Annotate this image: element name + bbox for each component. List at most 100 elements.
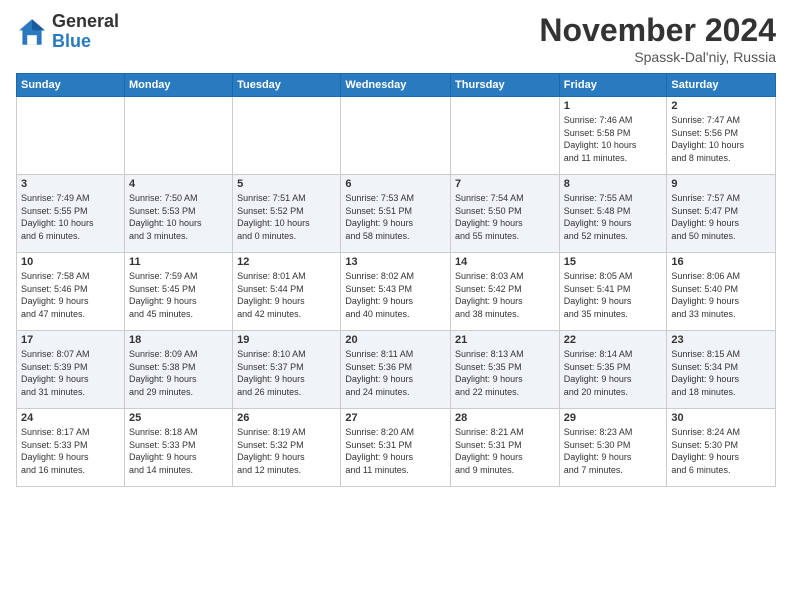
day-cell-w1-d1: 4 Sunrise: 7:50 AM Sunset: 5:53 PM Daylig… [124,175,232,253]
day-cell-w1-d6: 9 Sunrise: 7:57 AM Sunset: 5:47 PM Daylig… [667,175,776,253]
day-cell-w3-d3: 20 Sunrise: 8:11 AM Sunset: 5:36 PM Dayli… [341,331,451,409]
day-cell-w0-d2 [233,97,341,175]
day-cell-w0-d0 [17,97,125,175]
day-info: Sunrise: 8:02 AM Sunset: 5:43 PM Dayligh… [345,270,446,320]
day-info: Sunrise: 8:14 AM Sunset: 5:35 PM Dayligh… [564,348,663,398]
day-cell-w4-d6: 30Sunrise: 8:24 AM Sunset: 5:30 PM Dayli… [667,409,776,487]
day-cell-w2-d5: 15Sunrise: 8:05 AM Sunset: 5:41 PM Dayli… [559,253,667,331]
day-number: 6 [345,178,446,190]
day-number: 5 [237,178,336,190]
day-number: 25 [129,412,228,424]
header: General Blue November 2024 Spassk-Dal'ni… [16,12,776,65]
day-number: 3 [21,178,120,190]
day-info: Sunrise: 8:18 AM Sunset: 5:33 PM Dayligh… [129,426,228,476]
day-info: Sunrise: 8:03 AM Sunset: 5:42 PM Dayligh… [455,270,555,320]
day-info: Sunrise: 7:47 AM Sunset: 5:56 PM Dayligh… [671,114,771,164]
day-info: Sunrise: 8:15 AM Sunset: 5:34 PM Dayligh… [671,348,771,398]
day-number: 26 [237,412,336,424]
day-number: 4 [129,178,228,190]
week-row-1: 3 Sunrise: 7:49 AM Sunset: 5:55 PM Daylig… [17,175,776,253]
week-row-3: 17 Sunrise: 8:07 AM Sunset: 5:39 PM Dayli… [17,331,776,409]
day-info: Sunrise: 8:11 AM Sunset: 5:36 PM Dayligh… [345,348,446,398]
day-cell-w2-d6: 16Sunrise: 8:06 AM Sunset: 5:40 PM Dayli… [667,253,776,331]
col-friday: Friday [559,74,667,97]
day-cell-w1-d2: 5 Sunrise: 7:51 AM Sunset: 5:52 PM Daylig… [233,175,341,253]
calendar-body: 1Sunrise: 7:46 AM Sunset: 5:58 PM Daylig… [17,97,776,487]
title-block: November 2024 Spassk-Dal'niy, Russia [539,12,776,65]
day-info: Sunrise: 7:55 AM Sunset: 5:48 PM Dayligh… [564,192,663,242]
page: General Blue November 2024 Spassk-Dal'ni… [0,0,792,612]
day-info: Sunrise: 7:54 AM Sunset: 5:50 PM Dayligh… [455,192,555,242]
day-number: 12 [237,256,336,268]
day-cell-w3-d1: 18Sunrise: 8:09 AM Sunset: 5:38 PM Dayli… [124,331,232,409]
day-cell-w4-d5: 29 Sunrise: 8:23 AM Sunset: 5:30 PM Dayli… [559,409,667,487]
day-cell-w0-d5: 1Sunrise: 7:46 AM Sunset: 5:58 PM Daylig… [559,97,667,175]
day-info: Sunrise: 8:17 AM Sunset: 5:33 PM Dayligh… [21,426,120,476]
day-number: 11 [129,256,228,268]
col-thursday: Thursday [451,74,560,97]
day-number: 20 [345,334,446,346]
day-info: Sunrise: 7:49 AM Sunset: 5:55 PM Dayligh… [21,192,120,242]
day-number: 8 [564,178,663,190]
day-cell-w2-d3: 13Sunrise: 8:02 AM Sunset: 5:43 PM Dayli… [341,253,451,331]
day-cell-w2-d4: 14Sunrise: 8:03 AM Sunset: 5:42 PM Dayli… [451,253,560,331]
day-cell-w3-d2: 19 Sunrise: 8:10 AM Sunset: 5:37 PM Dayli… [233,331,341,409]
day-info: Sunrise: 8:09 AM Sunset: 5:38 PM Dayligh… [129,348,228,398]
day-number: 30 [671,412,771,424]
col-sunday: Sunday [17,74,125,97]
day-number: 19 [237,334,336,346]
logo-icon [16,16,48,48]
day-cell-w2-d2: 12 Sunrise: 8:01 AM Sunset: 5:44 PM Dayli… [233,253,341,331]
day-info: Sunrise: 8:07 AM Sunset: 5:39 PM Dayligh… [21,348,120,398]
day-info: Sunrise: 7:50 AM Sunset: 5:53 PM Dayligh… [129,192,228,242]
day-info: Sunrise: 8:21 AM Sunset: 5:31 PM Dayligh… [455,426,555,476]
day-info: Sunrise: 7:57 AM Sunset: 5:47 PM Dayligh… [671,192,771,242]
day-number: 2 [671,100,771,112]
day-cell-w0-d4 [451,97,560,175]
day-cell-w2-d0: 10Sunrise: 7:58 AM Sunset: 5:46 PM Dayli… [17,253,125,331]
col-saturday: Saturday [667,74,776,97]
day-cell-w0-d6: 2 Sunrise: 7:47 AM Sunset: 5:56 PM Daylig… [667,97,776,175]
day-number: 9 [671,178,771,190]
day-number: 22 [564,334,663,346]
day-number: 7 [455,178,555,190]
day-cell-w1-d0: 3 Sunrise: 7:49 AM Sunset: 5:55 PM Daylig… [17,175,125,253]
day-cell-w4-d2: 26Sunrise: 8:19 AM Sunset: 5:32 PM Dayli… [233,409,341,487]
col-wednesday: Wednesday [341,74,451,97]
day-info: Sunrise: 7:51 AM Sunset: 5:52 PM Dayligh… [237,192,336,242]
day-number: 17 [21,334,120,346]
day-info: Sunrise: 7:58 AM Sunset: 5:46 PM Dayligh… [21,270,120,320]
day-number: 15 [564,256,663,268]
day-info: Sunrise: 8:23 AM Sunset: 5:30 PM Dayligh… [564,426,663,476]
day-cell-w0-d1 [124,97,232,175]
title-month: November 2024 [539,12,776,49]
day-cell-w1-d4: 7 Sunrise: 7:54 AM Sunset: 5:50 PM Daylig… [451,175,560,253]
day-number: 21 [455,334,555,346]
week-row-4: 24Sunrise: 8:17 AM Sunset: 5:33 PM Dayli… [17,409,776,487]
calendar-header: Sunday Monday Tuesday Wednesday Thursday… [17,74,776,97]
day-cell-w1-d5: 8 Sunrise: 7:55 AM Sunset: 5:48 PM Daylig… [559,175,667,253]
day-number: 23 [671,334,771,346]
day-info: Sunrise: 8:01 AM Sunset: 5:44 PM Dayligh… [237,270,336,320]
day-info: Sunrise: 7:46 AM Sunset: 5:58 PM Dayligh… [564,114,663,164]
logo-blue-text: Blue [52,32,119,52]
day-cell-w3-d0: 17 Sunrise: 8:07 AM Sunset: 5:39 PM Dayli… [17,331,125,409]
day-number: 16 [671,256,771,268]
title-location: Spassk-Dal'niy, Russia [539,49,776,65]
day-number: 29 [564,412,663,424]
day-info: Sunrise: 8:10 AM Sunset: 5:37 PM Dayligh… [237,348,336,398]
calendar-table: Sunday Monday Tuesday Wednesday Thursday… [16,73,776,487]
header-row: Sunday Monday Tuesday Wednesday Thursday… [17,74,776,97]
week-row-2: 10Sunrise: 7:58 AM Sunset: 5:46 PM Dayli… [17,253,776,331]
day-number: 27 [345,412,446,424]
day-cell-w3-d5: 22 Sunrise: 8:14 AM Sunset: 5:35 PM Dayli… [559,331,667,409]
day-cell-w4-d0: 24Sunrise: 8:17 AM Sunset: 5:33 PM Dayli… [17,409,125,487]
day-cell-w4-d1: 25 Sunrise: 8:18 AM Sunset: 5:33 PM Dayli… [124,409,232,487]
day-cell-w3-d6: 23 Sunrise: 8:15 AM Sunset: 5:34 PM Dayli… [667,331,776,409]
logo-general-text: General [52,12,119,32]
day-cell-w4-d3: 27 Sunrise: 8:20 AM Sunset: 5:31 PM Dayli… [341,409,451,487]
day-info: Sunrise: 8:20 AM Sunset: 5:31 PM Dayligh… [345,426,446,476]
day-cell-w0-d3 [341,97,451,175]
col-monday: Monday [124,74,232,97]
day-info: Sunrise: 7:53 AM Sunset: 5:51 PM Dayligh… [345,192,446,242]
